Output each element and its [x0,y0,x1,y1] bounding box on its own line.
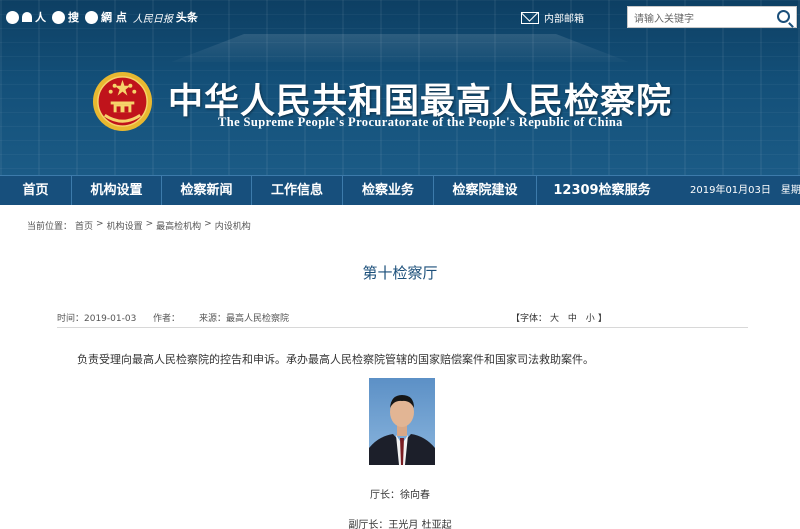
font-size-medium[interactable]: 中 [568,314,577,324]
nav-item-news[interactable]: 检察新闻 [162,176,252,205]
article-meta: 时间：2019-01-03 作者： 来源：最高人民检察院 [57,311,399,324]
top-bar: 人 搜 網 点 人民日报 头条 内部邮箱 [0,0,800,34]
font-size-small[interactable]: 小 [586,314,595,324]
wechat-icon [52,10,65,24]
breadcrumb-separator: > [145,219,154,229]
national-emblem-icon [92,71,153,132]
breadcrumb: 当前位置： 首页 > 机构设置 > 最高检机构 > 内设机构 [27,219,251,232]
nav-item-organization[interactable]: 机构设置 [72,176,162,205]
link-label: 人 [35,11,46,24]
link-wangdian[interactable]: 網 点 [85,9,127,25]
search-box [627,6,797,30]
font-size-prefix: 【字体： [511,314,548,324]
site-title-english: The Supreme People's Procuratorate of th… [218,115,623,129]
breadcrumb-organization[interactable]: 机构设置 [107,219,143,232]
breadcrumb-prefix: 当前位置： [27,222,73,232]
people-icon [22,12,32,22]
nav-item-12309-service[interactable]: 12309检察服务 [537,176,667,205]
link-toutiao[interactable]: 人民日报 头条 [133,9,198,25]
date-text: 2019年01月03日 [690,185,771,196]
link-label: 头条 [175,11,198,24]
nav-item-construction[interactable]: 检察院建设 [434,176,537,205]
search-icon[interactable] [777,10,790,23]
article-time: 时间：2019-01-03 [57,314,137,324]
breadcrumb-separator: > [204,219,212,229]
breadcrumb-separator: > [96,219,104,229]
font-size-suffix: 】 [597,314,607,324]
breadcrumb-internal-org[interactable]: 内设机构 [215,219,251,232]
mail-label: 内部邮箱 [544,14,584,25]
article-title: 第十检察厅 [362,264,438,282]
current-date: 2019年01月03日星期四 [690,176,800,205]
chief-caption: 厅长：徐向春 [370,490,430,501]
nav-item-business[interactable]: 检察业务 [343,176,434,205]
nav-item-home[interactable]: 首页 [0,176,72,205]
people-daily-icon: 人民日报 [132,13,173,25]
article-source: 来源：最高人民检察院 [199,314,290,324]
site-header: 人 搜 網 点 人民日报 头条 内部邮箱 请输入关键字 中华人民共和国最高人民检… [0,0,800,175]
portrait-image [369,395,435,465]
weekday-text: 星期四 [780,185,800,196]
link-renmin[interactable]: 人 [6,9,46,25]
search-input[interactable] [628,9,768,30]
link-label: 網 点 [101,11,127,24]
mail-icon [521,11,539,24]
font-size-large[interactable]: 大 [550,314,559,324]
font-size-switcher: 【字体：大 中 小】 [511,311,607,324]
link-label: 搜 [68,11,79,24]
weibo-icon [6,10,19,24]
article-author: 作者： [153,314,181,324]
breadcrumb-supreme-org[interactable]: 最高检机构 [156,219,201,232]
article-body: 负责受理向最高人民检察院的控告和申诉。承办最高人民检察院管辖的国家赔偿案件和国家… [77,353,594,366]
link-sou[interactable]: 搜 [52,9,79,25]
weblink-icon [85,10,98,24]
social-links: 人 搜 網 点 人民日报 头条 [6,9,198,25]
internal-mail-link[interactable]: 内部邮箱 [521,10,584,25]
nav-item-work-info[interactable]: 工作信息 [252,176,343,205]
meta-divider [57,327,748,328]
main-nav: 首页 机构设置 检察新闻 工作信息 检察业务 检察院建设 12309检察服务 2… [0,175,800,205]
breadcrumb-home[interactable]: 首页 [75,219,93,232]
portrait-photo [369,378,435,465]
deputy-caption: 副厅长：王光月 杜亚起 [348,520,452,529]
